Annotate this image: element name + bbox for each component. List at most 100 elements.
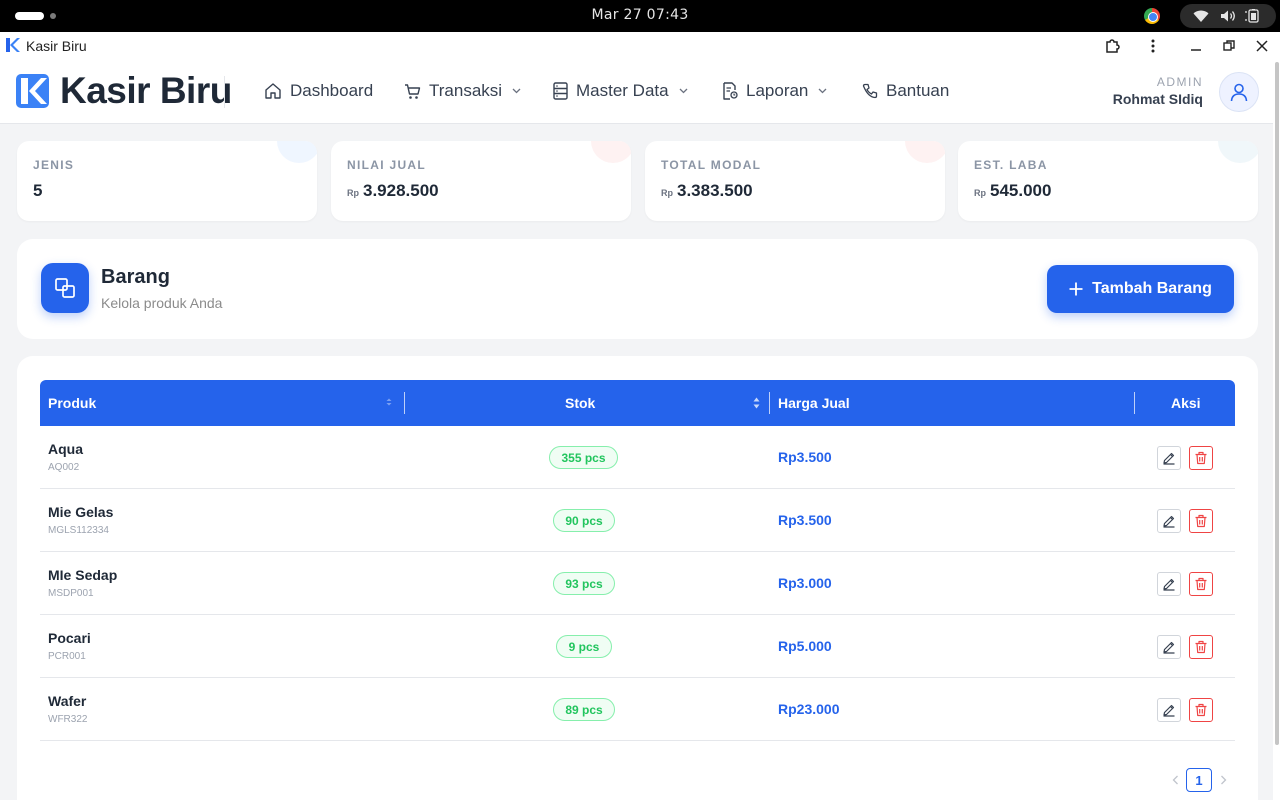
sort-icon[interactable]: [753, 397, 760, 409]
product-name: Pocari: [48, 630, 91, 646]
product-code: MSDP001: [48, 588, 94, 599]
page-header-card: Barang Kelola produk Anda Tambah Barang: [17, 239, 1258, 339]
restore-button[interactable]: [1219, 36, 1239, 56]
nav-master-data[interactable]: Master Data: [553, 81, 688, 101]
product-name: Mie Gelas: [48, 504, 114, 520]
avatar[interactable]: [1219, 72, 1259, 112]
stat-amount: 3.928.500: [363, 181, 439, 200]
puzzle-icon: [1106, 39, 1120, 53]
add-item-button[interactable]: Tambah Barang: [1047, 265, 1234, 313]
stock-badge: 9 pcs: [556, 635, 612, 658]
edit-button[interactable]: [1157, 635, 1181, 659]
table-row: MIe Sedap MSDP001 93 pcs Rp3.000: [40, 552, 1235, 615]
user-name: Rohmat SIdiq: [1112, 91, 1203, 107]
table-header: Produk Stok Harga Jual Aksi: [40, 380, 1235, 426]
column-header-aksi: Aksi: [1171, 395, 1201, 411]
delete-button[interactable]: [1189, 572, 1213, 596]
cart-icon: [405, 83, 421, 99]
column-header-produk[interactable]: Produk: [48, 395, 96, 411]
chevron-right-icon: [1220, 775, 1226, 785]
scrollbar-thumb[interactable]: [1275, 62, 1279, 745]
brand-name: Kasir Biru: [60, 70, 232, 111]
sort-icon[interactable]: [386, 398, 392, 406]
close-button[interactable]: [1252, 36, 1272, 56]
close-icon: [1256, 40, 1268, 52]
nav-transaksi-label: Transaksi: [429, 81, 503, 100]
system-tray[interactable]: [1180, 4, 1276, 28]
trash-icon: [1195, 577, 1207, 591]
table-row: Wafer WFR322 89 pcs Rp23.000: [40, 678, 1235, 741]
table-row: Aqua AQ002 355 pcs Rp3.500: [40, 426, 1235, 489]
column-divider[interactable]: [404, 392, 405, 414]
product-name: Wafer: [48, 693, 87, 709]
edit-button[interactable]: [1157, 572, 1181, 596]
stat-amount: 545.000: [990, 181, 1052, 200]
edit-icon: [1163, 641, 1175, 654]
nav-divider: [224, 76, 225, 108]
product-code: PCR001: [48, 651, 86, 662]
trash-icon: [1195, 640, 1207, 654]
stat-label: EST. LABA: [974, 158, 1048, 172]
product-price: Rp23.000: [778, 701, 840, 717]
stat-value: Rp 3.928.500: [347, 181, 439, 201]
system-clock[interactable]: Mar 27 07:43: [0, 7, 1280, 23]
chrome-icon[interactable]: [1144, 8, 1160, 24]
stat-currency: Rp: [347, 188, 359, 198]
delete-button[interactable]: [1189, 635, 1213, 659]
database-icon: [553, 82, 568, 100]
chevron-down-icon: [818, 88, 827, 94]
prev-page-button[interactable]: [1168, 768, 1182, 792]
stat-decoration: [277, 141, 317, 163]
nav-dashboard[interactable]: Dashboard: [264, 81, 373, 101]
extensions-button[interactable]: [1103, 36, 1123, 56]
more-vertical-icon: [1151, 39, 1155, 53]
nav-bantuan[interactable]: Bantuan: [862, 81, 949, 101]
stock-badge: 355 pcs: [549, 446, 618, 469]
delete-button[interactable]: [1189, 446, 1213, 470]
delete-button[interactable]: [1189, 698, 1213, 722]
page-subtitle: Kelola produk Anda: [101, 295, 223, 311]
delete-button[interactable]: [1189, 509, 1213, 533]
stock-badge: 89 pcs: [553, 698, 615, 721]
page-number-button[interactable]: 1: [1186, 768, 1212, 792]
battery-icon: [1245, 9, 1259, 23]
stat-amount: 3.383.500: [677, 181, 753, 200]
header-icon-badge: [41, 263, 89, 313]
stat-label: JENIS: [33, 158, 75, 172]
stat-value: Rp 545.000: [974, 181, 1051, 201]
product-price: Rp3.500: [778, 512, 832, 528]
home-icon: [265, 83, 281, 99]
column-header-harga[interactable]: Harga Jual: [778, 395, 850, 411]
nav-laporan[interactable]: Laporan: [722, 81, 827, 101]
stat-decoration: [905, 141, 945, 163]
nav-bantuan-label: Bantuan: [886, 81, 950, 100]
product-code: WFR322: [48, 714, 88, 725]
page-title: Barang: [101, 266, 170, 288]
minimize-button[interactable]: [1186, 36, 1206, 56]
product-code: AQ002: [48, 462, 80, 473]
stat-value: Rp 3.383.500: [661, 181, 753, 201]
next-page-button[interactable]: [1216, 768, 1230, 792]
stat-amount: 5: [33, 181, 43, 200]
edit-icon: [1163, 452, 1175, 465]
brand[interactable]: Kasir Biru: [16, 70, 232, 111]
product-code: MGLS112334: [48, 525, 109, 536]
table-row: Mie Gelas MGLS112334 90 pcs Rp3.500: [40, 489, 1235, 552]
edit-button[interactable]: [1157, 698, 1181, 722]
user-icon: [1230, 83, 1248, 102]
column-divider[interactable]: [1134, 392, 1135, 414]
nav-laporan-label: Laporan: [746, 81, 809, 100]
edit-button[interactable]: [1157, 509, 1181, 533]
stock-badge: 93 pcs: [553, 572, 615, 595]
minimize-icon: [1191, 49, 1201, 51]
column-divider[interactable]: [769, 392, 770, 414]
edit-button[interactable]: [1157, 446, 1181, 470]
nav-transaksi[interactable]: Transaksi: [404, 81, 521, 101]
column-header-stok[interactable]: Stok: [565, 395, 595, 411]
product-table-card: Produk Stok Harga Jual Aksi Aqua AQ002 3…: [17, 356, 1258, 800]
main-navbar: Kasir Biru Dashboard Transaksi Master Da…: [0, 60, 1273, 124]
edit-icon: [1163, 578, 1175, 591]
stat-card-nilai-jual: NILAI JUAL Rp 3.928.500: [331, 141, 631, 221]
trash-icon: [1195, 703, 1207, 717]
menu-button[interactable]: [1143, 36, 1163, 56]
